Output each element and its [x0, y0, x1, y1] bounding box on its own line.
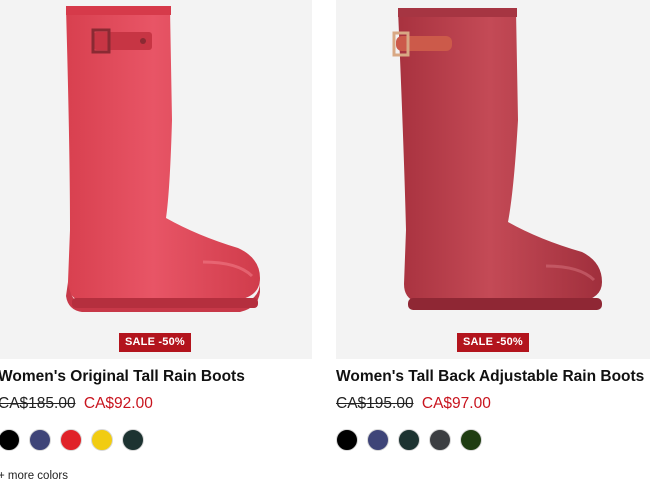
sale-price: CA$97.00: [421, 395, 491, 412]
product-image[interactable]: SALE -50%: [0, 0, 312, 359]
price-row: CA$185.00 CA$92.00: [0, 394, 312, 414]
color-swatch[interactable]: [91, 429, 113, 451]
sale-badge: SALE -50%: [457, 333, 529, 352]
original-price: CA$195.00: [336, 395, 414, 412]
product-card[interactable]: SALE -50% Women's Tall Back Adjustable R…: [336, 0, 650, 451]
sale-badge: SALE -50%: [119, 333, 191, 352]
color-swatch[interactable]: [367, 429, 389, 451]
product-title[interactable]: Women's Original Tall Rain Boots: [0, 366, 312, 388]
product-card[interactable]: SALE -50% Women's Original Tall Rain Boo…: [0, 0, 312, 482]
color-swatch[interactable]: [29, 429, 51, 451]
sale-price: CA$92.00: [83, 395, 153, 412]
product-title[interactable]: Women's Tall Back Adjustable Rain Boots: [336, 366, 650, 388]
color-swatch[interactable]: [60, 429, 82, 451]
color-swatch[interactable]: [0, 429, 20, 451]
color-swatch[interactable]: [429, 429, 451, 451]
color-swatch[interactable]: [460, 429, 482, 451]
color-swatch[interactable]: [336, 429, 358, 451]
more-colors-link[interactable]: + more colors: [0, 470, 312, 482]
color-swatches: [336, 429, 650, 451]
rain-boot-image: [392, 8, 602, 310]
color-swatch[interactable]: [398, 429, 420, 451]
price-row: CA$195.00 CA$97.00: [336, 394, 650, 414]
product-image[interactable]: SALE -50%: [336, 0, 650, 359]
rain-boot-image: [66, 6, 260, 312]
color-swatches: [0, 429, 312, 451]
original-price: CA$185.00: [0, 395, 76, 412]
color-swatch[interactable]: [122, 429, 144, 451]
